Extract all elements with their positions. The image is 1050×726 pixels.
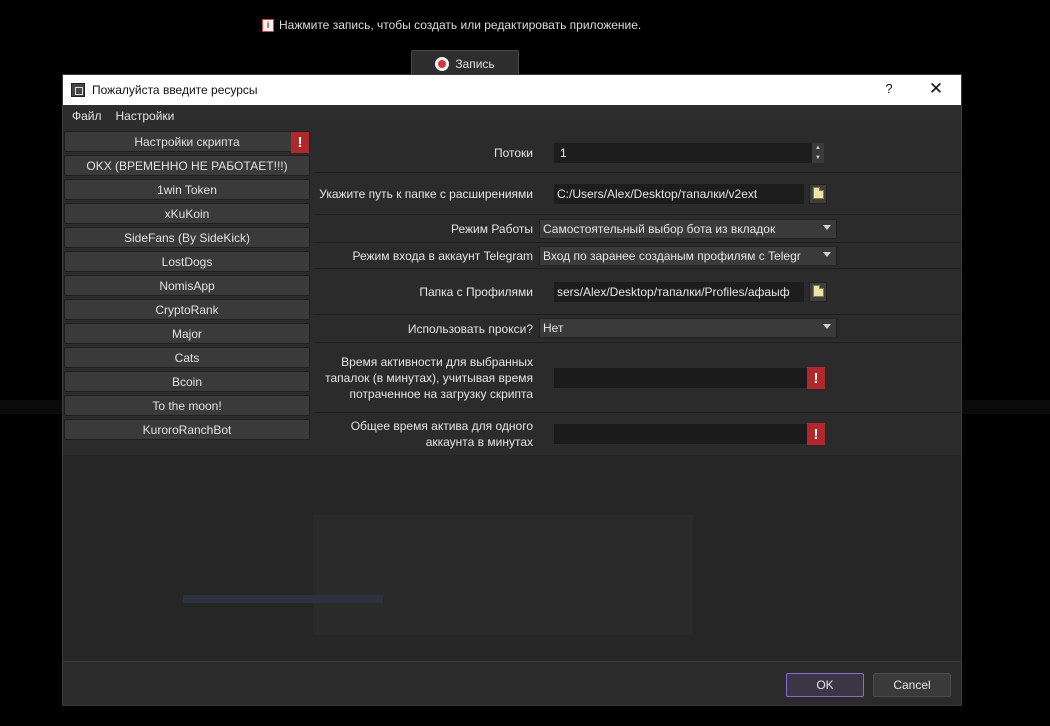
profiles-browse-button[interactable] — [809, 282, 827, 302]
extensions-path-field[interactable]: C:/Users/Alex/Desktop/тапалки/v2ext — [553, 183, 805, 205]
sidebar-item-okx[interactable]: OKX (ВРЕМЕННО НЕ РАБОТАЕТ!!!) — [64, 155, 310, 176]
sidebar-item-bcoin[interactable]: Bcoin — [64, 371, 310, 392]
dialog-title: Пожалуйста введите ресурсы — [92, 83, 258, 97]
sidebar-item-label: OKX (ВРЕМЕННО НЕ РАБОТАЕТ!!!) — [86, 158, 288, 173]
sidebar-item-label: SideFans (By SideKick) — [123, 230, 251, 245]
extensions-browse-button[interactable] — [809, 184, 827, 204]
threads-value: 1 — [560, 146, 567, 160]
row-extensions: Укажите путь к папке с расширениями C:/U… — [315, 173, 961, 215]
record-hint-text: Нажмите запись, чтобы создать или редакт… — [279, 18, 642, 32]
help-button[interactable]: ? — [881, 81, 897, 99]
content-area — [63, 455, 961, 663]
sidebar-item-lostdogs[interactable]: LostDogs — [64, 251, 310, 272]
row-activity-time: Время активности для выбранных тапалок (… — [315, 343, 961, 413]
tg-login-select[interactable]: Вход по заранее созданым профилям с Tele… — [539, 246, 837, 266]
menu-bar: Файл Настройки — [63, 105, 961, 127]
sidebar-item-label: 1win Token — [157, 182, 217, 197]
cancel-button[interactable]: Cancel — [873, 673, 951, 697]
sidebar-item-label: CryptoRank — [155, 302, 219, 317]
close-button[interactable]: ✕ — [927, 79, 945, 99]
sidebar-item-label: xKuKoin — [164, 206, 210, 221]
record-hint: i Нажмите запись, чтобы создать или реда… — [262, 16, 641, 34]
warning-icon: ! — [807, 367, 825, 389]
tg-login-value: Вход по заранее созданым профилям с Tele… — [543, 249, 801, 263]
spin-arrows-icon[interactable]: ▲ ▼ — [812, 143, 824, 163]
sidebar-item-label: NomisApp — [159, 278, 215, 293]
sidebar-item-label: Major — [171, 326, 202, 341]
sidebar-item-kuroro[interactable]: KuroroRanchBot — [64, 419, 310, 440]
sidebar-item-label: Cats — [174, 350, 200, 365]
sidebar-item-label: LostDogs — [161, 254, 213, 269]
dialog-titlebar[interactable]: Пожалуйста введите ресурсы ? ✕ — [63, 75, 961, 105]
activity-time-field[interactable]: ! — [553, 367, 825, 389]
sidebar-item-major[interactable]: Major — [64, 323, 310, 344]
chevron-down-icon — [823, 324, 831, 329]
sidebar-item-to-the-moon[interactable]: To the moon! — [64, 395, 310, 416]
extensions-label: Укажите путь к папке с расширениями — [319, 186, 533, 201]
row-profiles: Папка с Профилями sers/Alex/Desktop/тапа… — [315, 269, 961, 315]
dialog-footer: OK Cancel — [63, 661, 961, 705]
activity-label: Время активности для выбранных тапалок (… — [325, 354, 533, 401]
row-total-time: Общее время актива для одного аккаунта в… — [315, 413, 961, 455]
resources-dialog: Пожалуйста введите ресурсы ? ✕ Файл Наст… — [62, 74, 962, 706]
total-label: Общее время актива для одного аккаунта в… — [350, 419, 533, 449]
threads-spinbox[interactable]: 1 ▲ ▼ — [553, 142, 825, 164]
app-icon — [71, 83, 85, 97]
background-overlay — [313, 515, 693, 635]
sidebar-item-cryptorank[interactable]: CryptoRank — [64, 299, 310, 320]
row-tg-login: Режим входа в аккаунт Telegram Вход по з… — [315, 243, 961, 269]
tg-login-label: Режим входа в аккаунт Telegram — [352, 248, 534, 263]
proxy-label: Использовать прокси? — [407, 321, 533, 336]
folder-icon — [812, 186, 824, 199]
profiles-label: Папка с Профилями — [419, 284, 533, 299]
sidebar-item-1win-token[interactable]: 1win Token — [64, 179, 310, 200]
mode-label: Режим Работы — [450, 221, 533, 236]
record-icon — [435, 57, 450, 71]
proxy-value: Нет — [543, 321, 564, 335]
folder-icon — [812, 284, 824, 297]
sidebar-item-label: Bcoin — [171, 374, 203, 389]
ok-button[interactable]: OK — [786, 673, 864, 697]
sidebar-item-label: Настройки скрипта — [134, 134, 240, 149]
background-overlay-strip — [183, 595, 383, 603]
chevron-down-icon — [823, 252, 831, 257]
threads-label: Потоки — [493, 145, 533, 160]
mode-select[interactable]: Самостоятельный выбор бота из вкладок — [539, 219, 837, 239]
profiles-path-field[interactable]: sers/Alex/Desktop/тапалки/Profiles/афаыф — [553, 281, 805, 303]
sidebar-item-xkukoin[interactable]: xKuKoin — [64, 203, 310, 224]
chevron-down-icon — [823, 225, 831, 230]
row-threads: Потоки 1 ▲ ▼ — [315, 133, 961, 173]
record-button-label: Запись — [455, 57, 495, 71]
info-icon: i — [262, 18, 274, 32]
menu-file[interactable]: Файл — [72, 109, 102, 123]
sidebar-item-script-settings[interactable]: Настройки скрипта ! — [64, 131, 310, 153]
mode-value: Самостоятельный выбор бота из вкладок — [543, 222, 776, 236]
proxy-select[interactable]: Нет — [539, 318, 837, 338]
row-proxy: Использовать прокси? Нет — [315, 315, 961, 343]
sidebar-item-label: KuroroRanchBot — [142, 422, 232, 437]
sidebar-item-cats[interactable]: Cats — [64, 347, 310, 368]
sidebar-item-nomisapp[interactable]: NomisApp — [64, 275, 310, 296]
row-mode: Режим Работы Самостоятельный выбор бота … — [315, 215, 961, 243]
warning-icon: ! — [807, 423, 825, 445]
menu-settings[interactable]: Настройки — [116, 109, 175, 123]
sidebar-item-sidefans[interactable]: SideFans (By SideKick) — [64, 227, 310, 248]
sidebar-item-label: To the moon! — [152, 398, 222, 413]
warning-icon: ! — [291, 132, 309, 153]
total-time-field[interactable]: ! — [553, 423, 825, 445]
